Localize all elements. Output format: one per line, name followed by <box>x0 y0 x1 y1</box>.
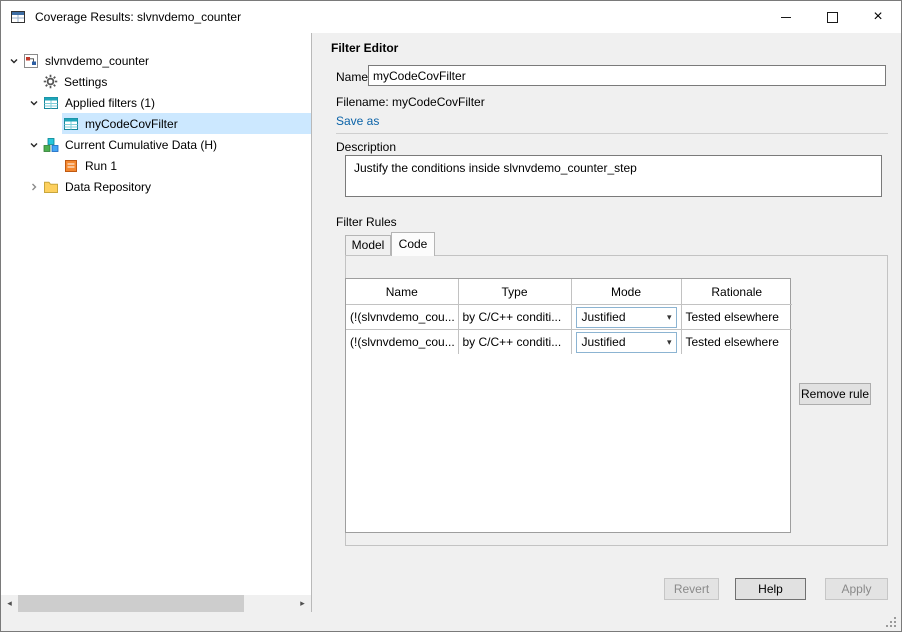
tree-item-applied-filters[interactable]: Applied filters (1) <box>1 92 311 113</box>
folder-icon <box>43 179 59 195</box>
tab-model[interactable]: Model <box>345 235 391 256</box>
tree-horizontal-scrollbar[interactable]: ◂ ▸ <box>1 595 311 612</box>
app-icon <box>10 9 26 25</box>
window-controls: × <box>763 1 901 33</box>
filter-editor-panel: Filter Editor Name Filename: myCodeCovFi… <box>312 33 902 612</box>
table-row[interactable]: (!(slvnvdemo_cou... by C/C++ conditi... … <box>346 305 792 330</box>
run-icon <box>63 158 79 174</box>
separator <box>336 133 888 134</box>
bottom-strip <box>1 612 901 631</box>
filter-name-input[interactable] <box>368 65 886 86</box>
scrollbar-thumb[interactable] <box>18 595 244 612</box>
column-header-mode: Mode <box>571 279 681 305</box>
titlebar[interactable]: Coverage Results: slvnvdemo_counter × <box>1 1 901 33</box>
mode-value: Justified <box>582 310 626 324</box>
description-field[interactable]: Justify the conditions inside slvnvdemo_… <box>345 155 882 197</box>
maximize-icon <box>827 12 838 23</box>
tree-item-label: Settings <box>64 75 107 89</box>
name-label: Name <box>336 70 368 84</box>
minimize-icon <box>781 17 791 18</box>
tree-item-data-repository[interactable]: Data Repository <box>1 176 311 197</box>
tree-item-run-1[interactable]: Run 1 <box>1 155 311 176</box>
scroll-right-button[interactable]: ▸ <box>294 595 311 612</box>
table-header-row: Name Type Mode Rationale <box>346 279 792 305</box>
tree-item-label: Applied filters (1) <box>65 96 155 110</box>
chevron-down-icon[interactable] <box>25 140 42 150</box>
model-icon <box>23 53 39 69</box>
tree-item-label: Data Repository <box>65 180 151 194</box>
chevron-down-icon: ▾ <box>667 312 672 323</box>
tree-item-label: myCodeCovFilter <box>85 117 178 131</box>
gear-icon <box>43 74 58 89</box>
results-tree-panel: slvnvdemo_counter <box>1 33 312 612</box>
filter-editor-title: Filter Editor <box>331 41 398 55</box>
close-icon: × <box>873 9 882 25</box>
filter-rules-table: Name Type Mode Rationale (!(slvnvdemo_co… <box>345 278 791 533</box>
tree-item-mycodecovfilter[interactable]: myCodeCovFilter <box>1 113 311 134</box>
tab-code[interactable]: Code <box>391 232 435 256</box>
remove-rule-button[interactable]: Remove rule <box>799 383 871 405</box>
filter-rules-label: Filter Rules <box>336 215 397 229</box>
tree-item-label: Run 1 <box>85 159 117 173</box>
chevron-down-icon: ▾ <box>667 337 672 348</box>
results-tree: slvnvdemo_counter <box>1 33 311 197</box>
resize-grip-icon[interactable] <box>884 615 897 628</box>
rule-type-cell: by C/C++ conditi... <box>458 330 571 355</box>
chevron-down-icon[interactable] <box>25 98 42 108</box>
selected-tree-item[interactable]: myCodeCovFilter <box>62 113 311 134</box>
chevron-down-icon[interactable] <box>5 56 22 66</box>
scroll-left-button[interactable]: ◂ <box>1 595 18 612</box>
mode-dropdown[interactable]: Justified ▾ <box>576 332 677 353</box>
rule-rationale-cell[interactable]: Tested elsewhere <box>681 330 792 355</box>
column-header-type: Type <box>458 279 571 305</box>
minimize-button[interactable] <box>763 1 809 33</box>
tree-item-label: Current Cumulative Data (H) <box>65 138 217 152</box>
table-row[interactable]: (!(slvnvdemo_cou... by C/C++ conditi... … <box>346 330 792 355</box>
tree-item-settings[interactable]: Settings <box>1 71 311 92</box>
tree-item-label: slvnvdemo_counter <box>45 54 149 68</box>
mode-dropdown[interactable]: Justified ▾ <box>576 307 677 328</box>
column-header-name: Name <box>346 279 458 305</box>
chevron-right-icon[interactable] <box>25 182 42 192</box>
filter-icon <box>63 116 79 132</box>
save-as-link[interactable]: Save as <box>336 114 379 128</box>
tree-item-slvnvdemo-counter[interactable]: slvnvdemo_counter <box>1 50 311 71</box>
description-label: Description <box>336 140 396 154</box>
scrollbar-track[interactable] <box>18 595 294 612</box>
tree-item-current-cumulative-data[interactable]: Current Cumulative Data (H) <box>1 134 311 155</box>
scroll-right-icon: ▸ <box>300 598 305 609</box>
column-header-rationale: Rationale <box>681 279 792 305</box>
apply-button[interactable]: Apply <box>825 578 888 600</box>
rule-type-cell: by C/C++ conditi... <box>458 305 571 330</box>
rule-rationale-cell[interactable]: Tested elsewhere <box>681 305 792 330</box>
close-button[interactable]: × <box>855 1 901 33</box>
window-title: Coverage Results: slvnvdemo_counter <box>35 10 241 24</box>
revert-button[interactable]: Revert <box>664 578 719 600</box>
rule-name-cell: (!(slvnvdemo_cou... <box>346 330 458 355</box>
filename-text: Filename: myCodeCovFilter <box>336 95 485 109</box>
rule-name-cell: (!(slvnvdemo_cou... <box>346 305 458 330</box>
help-button[interactable]: Help <box>735 578 806 600</box>
maximize-button[interactable] <box>809 1 855 33</box>
cumulative-data-icon <box>43 137 59 153</box>
scroll-left-icon: ◂ <box>7 598 12 609</box>
coverage-results-window: Coverage Results: slvnvdemo_counter × <box>0 0 902 632</box>
mode-value: Justified <box>582 335 626 349</box>
filters-icon <box>43 95 59 111</box>
